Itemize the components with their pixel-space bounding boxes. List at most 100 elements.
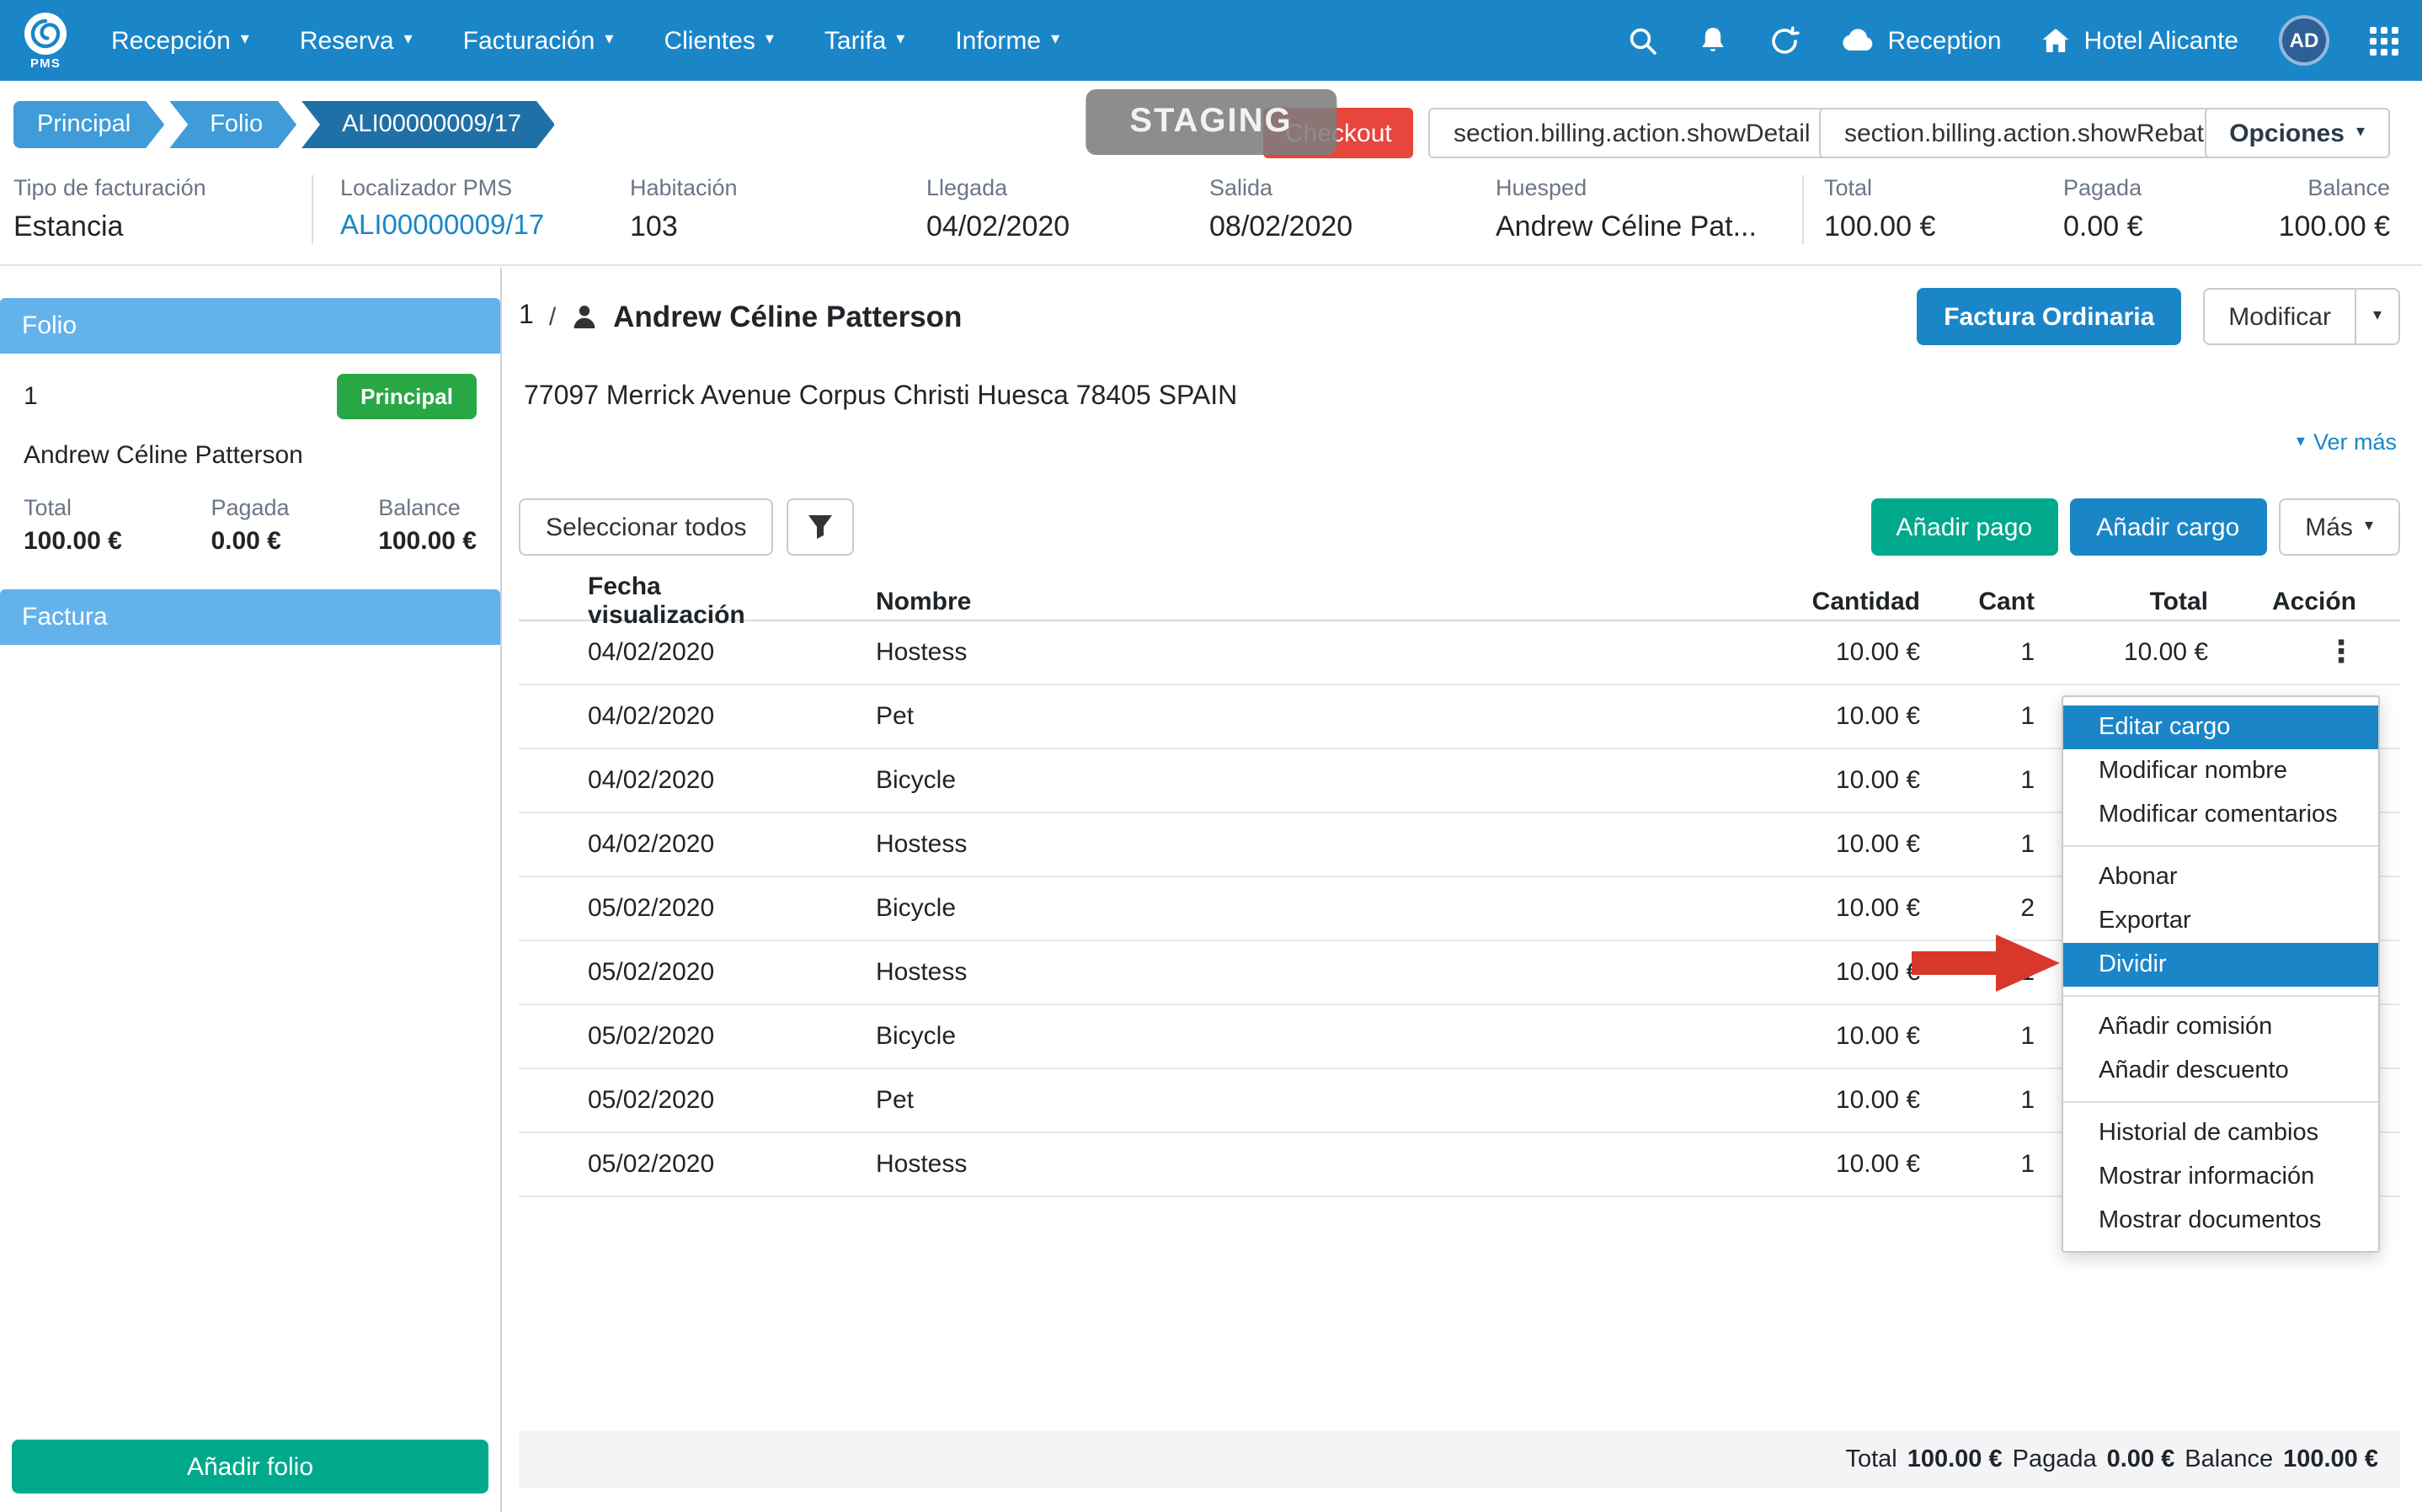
breadcrumb-item-locator[interactable]: ALI00000009/17 xyxy=(301,101,555,148)
summary-field-room: Habitación 103 xyxy=(630,175,926,244)
context-menu-item-label: Modificar comentarios xyxy=(2099,801,2338,828)
show-detail-button[interactable]: section.billing.action.showDetail xyxy=(1428,108,1836,158)
cell-date: 04/02/2020 xyxy=(519,830,814,859)
cell-action: ⋮ xyxy=(2223,635,2400,670)
context-menu-item[interactable]: Abonar xyxy=(2063,855,2378,899)
context-menu-group-add: Añadir comisión Añadir descuento xyxy=(2063,995,2378,1093)
column-header-total: Total xyxy=(2035,587,2223,615)
column-header-date: Fecha visualización xyxy=(519,572,814,630)
add-charge-button[interactable]: Añadir cargo xyxy=(2069,498,2266,556)
cell-qty: 1 xyxy=(1920,1086,2035,1115)
modify-dropdown-toggle[interactable]: ▾ xyxy=(2355,290,2398,343)
chevron-down-icon: ▾ xyxy=(766,32,774,49)
user-avatar[interactable]: AD xyxy=(2279,15,2329,66)
add-payment-button[interactable]: Añadir pago xyxy=(1870,498,2057,556)
menu-item-label: Tarifa xyxy=(824,26,886,55)
menu-item[interactable]: Clientes ▾ xyxy=(664,26,773,55)
add-folio-button[interactable]: Añadir folio xyxy=(12,1440,488,1493)
apps-grid-button[interactable] xyxy=(2370,26,2398,55)
cell-qty: 1 xyxy=(1920,638,2035,667)
footer-balance-label: Balance xyxy=(2185,1446,2273,1473)
context-menu-item[interactable]: Mostrar documentos xyxy=(2063,1199,2378,1243)
summary-field-paid: Pagada 0.00 € xyxy=(2063,175,2260,244)
breadcrumb: Principal Folio ALI00000009/17 xyxy=(13,101,560,148)
pms-logo[interactable]: PMS xyxy=(24,12,67,70)
menu-item[interactable]: Recepción ▾ xyxy=(111,26,249,55)
modify-button[interactable]: Modificar xyxy=(2205,290,2355,343)
folio-card-top: 1 Principal xyxy=(24,374,477,419)
context-menu-item[interactable]: Dividir xyxy=(2063,943,2378,987)
factura-ordinaria-button[interactable]: Factura Ordinaria xyxy=(1917,288,2181,345)
chevron-down-icon: ▾ xyxy=(1051,32,1059,49)
charge-context-menu: Editar cargo Modificar nombre Modificar … xyxy=(2062,695,2380,1253)
pms-locator-link[interactable]: ALI00000009/17 xyxy=(340,210,630,242)
context-menu-item-label: Añadir comisión xyxy=(2099,1014,2272,1041)
breadcrumb-item-principal[interactable]: Principal xyxy=(13,101,164,148)
top-navigation-bar: PMS Recepción ▾ Reserva ▾ Facturación ▾ xyxy=(0,0,2422,81)
cell-name: Hostess xyxy=(814,638,1693,667)
folio-total-label: Balance xyxy=(378,495,477,520)
cell-name: Pet xyxy=(814,702,1693,731)
reservation-summary: Tipo de facturación Estancia Localizador… xyxy=(13,175,2422,244)
cell-name: Pet xyxy=(814,1086,1693,1115)
breadcrumb-item-folio[interactable]: Folio xyxy=(169,101,296,148)
menu-item[interactable]: Tarifa ▾ xyxy=(824,26,904,55)
context-menu-group-actions: Abonar Exportar Dividir xyxy=(2063,845,2378,987)
notifications-button[interactable] xyxy=(1697,25,1727,56)
row-actions-kebab-icon[interactable]: ⋮ xyxy=(2326,635,2356,668)
context-menu-item-label: Exportar xyxy=(2099,908,2191,934)
pms-logo-text: PMS xyxy=(30,57,61,70)
reception-switcher[interactable]: Reception xyxy=(1840,26,2001,55)
search-button[interactable] xyxy=(1626,25,1656,56)
reception-label: Reception xyxy=(1887,26,2001,55)
folio-card[interactable]: 1 Principal Andrew Céline Patterson Tota… xyxy=(0,354,500,579)
cell-name: Hostess xyxy=(814,958,1693,987)
summary-field-balance: Balance 100.00 € xyxy=(2260,175,2422,244)
more-button[interactable]: Más ▾ xyxy=(2278,498,2400,556)
menu-item[interactable]: Reserva ▾ xyxy=(300,26,413,55)
cell-amount: 10.00 € xyxy=(1693,766,1920,795)
reservation-header: Principal Folio ALI00000009/17 Checkout … xyxy=(0,81,2422,266)
folio-section-header[interactable]: Folio xyxy=(0,298,500,354)
history-icon xyxy=(1768,24,1800,56)
hotel-switcher[interactable]: Hotel Alicante xyxy=(2042,26,2238,55)
context-menu-item[interactable]: Exportar xyxy=(2063,899,2378,943)
context-menu-item[interactable]: Modificar comentarios xyxy=(2063,793,2378,837)
context-menu-item[interactable]: Editar cargo xyxy=(2063,705,2378,749)
cell-amount: 10.00 € xyxy=(1693,894,1920,923)
chevron-down-icon: ▾ xyxy=(2365,519,2373,535)
footer-paid-value: 0.00 € xyxy=(2107,1446,2175,1473)
cell-date: 05/02/2020 xyxy=(519,1150,814,1179)
history-button[interactable] xyxy=(1768,24,1800,56)
context-menu-item[interactable]: Mostrar información xyxy=(2063,1155,2378,1199)
cell-date: 05/02/2020 xyxy=(519,894,814,923)
filter-button[interactable] xyxy=(787,498,855,556)
show-rebate-button[interactable]: section.billing.action.showRebate xyxy=(1819,108,2243,158)
guest-address: 77097 Merrick Avenue Corpus Christi Hues… xyxy=(524,382,1237,413)
folio-total-value: 100.00 € xyxy=(378,527,477,556)
cell-amount: 10.00 € xyxy=(1693,638,1920,667)
context-menu-item[interactable]: Añadir comisión xyxy=(2063,1005,2378,1049)
factura-section-header[interactable]: Factura xyxy=(0,589,500,645)
select-all-button[interactable]: Seleccionar todos xyxy=(519,498,774,556)
person-icon xyxy=(571,303,598,330)
context-menu-item-label: Mostrar información xyxy=(2099,1163,2314,1190)
menu-item[interactable]: Facturación ▾ xyxy=(463,26,614,55)
cell-qty: 2 xyxy=(1920,894,2035,923)
cell-name: Bicycle xyxy=(814,894,1693,923)
cell-qty: 1 xyxy=(1920,702,2035,731)
context-menu-item[interactable]: Historial de cambios xyxy=(2063,1111,2378,1155)
menu-item-label: Clientes xyxy=(664,26,755,55)
menu-item[interactable]: Informe ▾ xyxy=(955,26,1059,55)
see-more-link[interactable]: ▾ Ver más xyxy=(2297,429,2397,455)
context-menu-group-info: Historial de cambios Mostrar información… xyxy=(2063,1101,2378,1243)
footer-total-label: Total xyxy=(1845,1446,1897,1473)
context-menu-item[interactable]: Añadir descuento xyxy=(2063,1049,2378,1093)
folio-total-field: Balance 100.00 € xyxy=(378,495,477,556)
cell-amount: 10.00 € xyxy=(1693,1086,1920,1115)
staging-watermark: STAGING xyxy=(1086,89,1336,155)
cell-date: 05/02/2020 xyxy=(519,1086,814,1115)
options-button[interactable]: Opciones ▾ xyxy=(2204,108,2390,158)
context-menu-item[interactable]: Modificar nombre xyxy=(2063,749,2378,793)
table-row[interactable]: 04/02/2020 Hostess 10.00 € 1 10.00 € ⋮ xyxy=(519,621,2400,685)
